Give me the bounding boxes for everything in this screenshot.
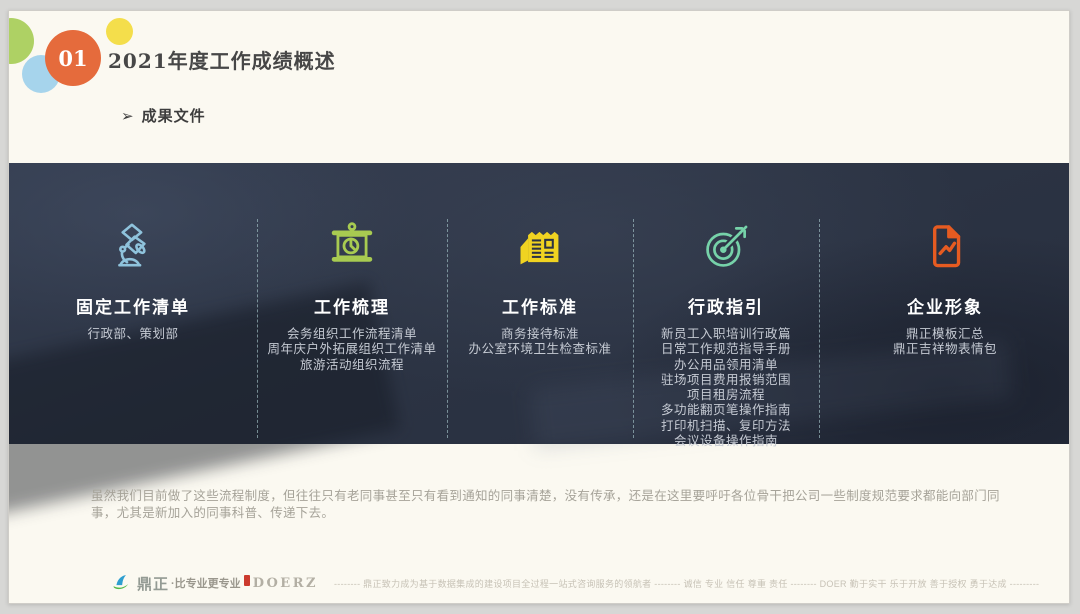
column-item: 新员工入职培训行政篇 (661, 327, 791, 342)
column-item: 驻场项目费用报销范围 (661, 373, 791, 388)
column-item: 打印机扫描、复印方法 (661, 419, 791, 434)
column-fixed-task-list: 固定工作清单 行政部、策划部 (9, 163, 257, 449)
decorative-circle-yellow (106, 18, 133, 45)
column-title: 固定工作清单 (76, 293, 190, 315)
arrow-bullet-icon: ➢ (121, 108, 135, 125)
column-item: 会务组织工作流程清单 (267, 327, 436, 342)
column-title: 工作标准 (502, 293, 578, 315)
column-items: 行政部、策划部 (87, 327, 178, 342)
section-bullet: ➢ 成果文件 (121, 105, 206, 126)
column-item: 周年庆户外拓展组织工作清单 (267, 342, 436, 357)
column-item: 日常工作规范指导手册 (661, 342, 791, 357)
column-item: 鼎正模板汇总 (893, 327, 997, 342)
column-work-sorting: 工作梳理 会务组织工作流程清单 周年庆户外拓展组织工作清单 旅游活动组织流程 (257, 163, 447, 449)
column-admin-guides: 行政指引 新员工入职培训行政篇 日常工作规范指导手册 办公用品领用清单 驻场项目… (633, 163, 819, 449)
page-title: 2021年度工作成绩概述 (108, 45, 336, 74)
column-item: 商务接待标准 (468, 327, 611, 342)
brand-name-en: DOERZ (253, 576, 318, 591)
column-items: 鼎正模板汇总 鼎正吉祥物表情包 (893, 327, 997, 358)
column-items: 会务组织工作流程清单 周年庆户外拓展组织工作清单 旅游活动组织流程 (267, 327, 436, 373)
newspaper-icon (514, 221, 566, 273)
brand-name-cn: 鼎正 (137, 573, 169, 594)
bullet-label: 成果文件 (142, 108, 206, 125)
column-corporate-image: 企业形象 鼎正模板汇总 鼎正吉祥物表情包 (819, 163, 1070, 449)
column-title: 行政指引 (688, 293, 764, 315)
brand-sail-icon (111, 573, 131, 593)
achievements-banner: 固定工作清单 行政部、策划部 工作梳理 (9, 163, 1070, 444)
column-work-standards: 工作标准 商务接待标准 办公室环境卫生检查标准 (447, 163, 633, 449)
column-item: 鼎正吉祥物表情包 (893, 342, 997, 357)
column-item: 项目租房流程 (661, 388, 791, 403)
banner-columns: 固定工作清单 行政部、策划部 工作梳理 (9, 163, 1070, 444)
column-item: 办公室环境卫生检查标准 (468, 342, 611, 357)
footer-slogan: -------- 鼎正致力成为基于数据集成的建设项目全过程一站式咨询服务的领航者… (334, 577, 1039, 590)
desk-lamp-icon (107, 221, 159, 273)
column-items: 商务接待标准 办公室环境卫生检查标准 (468, 327, 611, 358)
summary-note: 虽然我们目前做了这些流程制度，但往往只有老同事甚至只有看到通知的同事清楚，没有传… (91, 488, 1007, 521)
section-number: 01 (58, 46, 87, 71)
document-chart-icon (919, 221, 971, 273)
column-title: 企业形象 (907, 293, 983, 315)
brand-tagline: ·比专业更专业 (171, 575, 241, 591)
column-item: 多功能翻页笔操作指南 (661, 403, 791, 418)
column-item: 旅游活动组织流程 (267, 358, 436, 373)
column-item: 会议设备操作指南 (661, 434, 791, 449)
column-items: 新员工入职培训行政篇 日常工作规范指导手册 办公用品领用清单 驻场项目费用报销范… (661, 327, 791, 449)
column-item: 办公用品领用清单 (661, 358, 791, 373)
slide: 01 2021年度工作成绩概述 ➢ 成果文件 (8, 10, 1070, 604)
column-title: 工作梳理 (314, 293, 390, 315)
footer: 鼎正 ·比专业更专业 DOERZ -------- 鼎正致力成为基于数据集成的建… (9, 572, 1069, 594)
column-item: 行政部、策划部 (87, 327, 178, 342)
brand-seal-icon (244, 575, 250, 586)
projector-screen-icon (326, 221, 378, 273)
dart-target-icon (700, 221, 752, 273)
section-number-badge: 01 (45, 30, 101, 86)
